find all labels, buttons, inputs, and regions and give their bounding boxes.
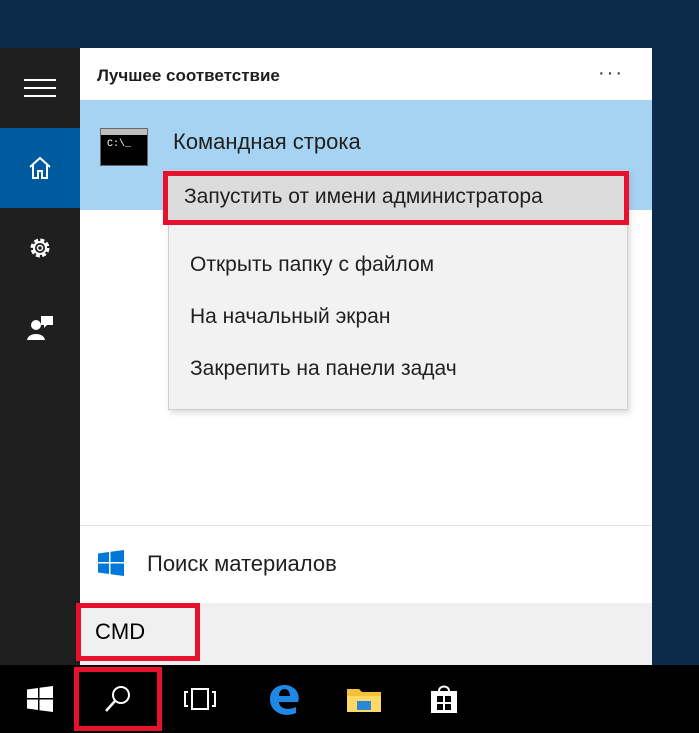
section-title: Лучшее соответствие xyxy=(97,66,280,85)
app-name: Командная строка xyxy=(173,129,361,154)
search-input[interactable] xyxy=(76,603,200,661)
settings-button[interactable] xyxy=(0,208,80,288)
taskbar xyxy=(0,665,699,733)
file-explorer-icon xyxy=(347,689,381,712)
hamburger-icon xyxy=(24,79,56,97)
start-menu: Лучшее соответствие ··· C:\_ Командная с… xyxy=(0,48,652,665)
menu-item-pin-to-taskbar[interactable]: Закрепить на панели задач xyxy=(169,343,627,395)
search-icon xyxy=(105,686,130,712)
task-view-button[interactable] xyxy=(160,665,240,733)
feedback-button[interactable] xyxy=(0,288,80,368)
home-button[interactable] xyxy=(0,128,80,208)
search-web-result[interactable]: Поиск материалов xyxy=(80,525,652,604)
gear-icon xyxy=(30,238,50,258)
start-button[interactable] xyxy=(0,665,80,733)
command-prompt-icon-titlebar xyxy=(101,129,147,135)
task-view-icon xyxy=(184,688,216,710)
menu-item-open-file-location[interactable]: Открыть папку с файлом xyxy=(169,239,627,291)
file-explorer-button[interactable] xyxy=(324,665,404,733)
start-rail xyxy=(0,48,80,665)
edge-icon xyxy=(270,685,299,715)
user-feedback-icon xyxy=(27,316,53,340)
search-web-label: Поиск материалов xyxy=(147,551,337,576)
search-button[interactable] xyxy=(74,667,162,731)
menu-item-run-as-admin[interactable]: Запустить от имени администратора xyxy=(163,171,629,225)
windows-logo-icon xyxy=(98,550,124,576)
context-menu: Запустить от имени администратора Открыт… xyxy=(163,170,629,410)
search-box xyxy=(76,603,652,665)
more-options-button[interactable]: ··· xyxy=(598,62,624,85)
hamburger-button[interactable] xyxy=(0,48,80,128)
windows-start-icon xyxy=(27,686,53,712)
search-results-pane: Лучшее соответствие ··· C:\_ Командная с… xyxy=(76,48,652,665)
home-icon xyxy=(29,156,51,179)
edge-button[interactable] xyxy=(244,665,324,733)
command-prompt-icon-text: C:\_ xyxy=(107,139,132,150)
command-prompt-icon: C:\_ xyxy=(100,128,148,166)
store-button[interactable] xyxy=(404,665,484,733)
menu-item-pin-to-start[interactable]: На начальный экран xyxy=(169,291,627,343)
store-icon xyxy=(431,685,457,713)
